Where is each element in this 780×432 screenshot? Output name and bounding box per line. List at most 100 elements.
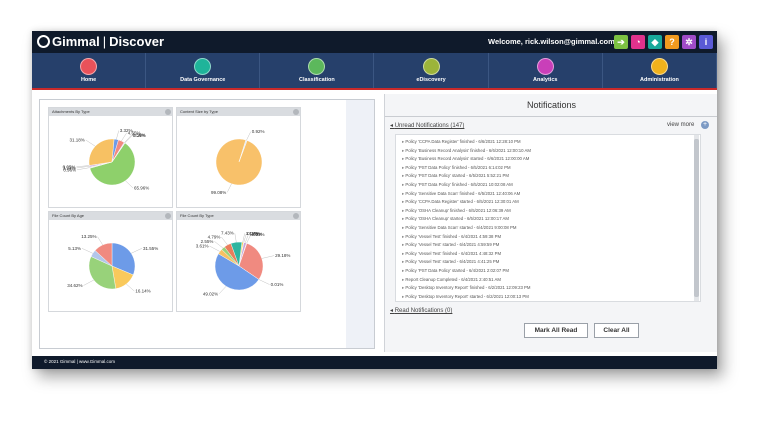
plus-icon[interactable]: + [701, 121, 709, 129]
dashboard-widgets: Attachments By Type 65.96% 0.96% 1.14% 0.05… [40, 100, 346, 348]
pie-leader-line [83, 279, 94, 286]
pie-leader-line [125, 180, 134, 189]
notification-item[interactable]: Policy 'CCPA Data Register' started - 6/… [402, 198, 700, 207]
pie-leader-line [85, 139, 96, 147]
widget-gear-icon[interactable] [165, 213, 171, 219]
pie-data-label: 5.13% [68, 246, 81, 251]
pie-data-label: 4.79% [208, 234, 221, 239]
notification-item[interactable]: Policy 'PST Data Policy' started - 6/4/2… [402, 267, 700, 276]
pie-data-label: 2.55% [201, 239, 214, 244]
nav-label: Administration [640, 77, 679, 83]
app-window: Gimmal | Discover Welcome, rick.wilson@gim… [32, 31, 717, 369]
pie-data-label: 99.08% [211, 190, 226, 195]
widget-gear-icon[interactable] [165, 109, 171, 115]
widget-file-count-by-type: File Count By Type 1.11% 0.28% 1.69% 0.33% 2… [176, 211, 301, 312]
notification-item[interactable]: Policy 'Vessel Test' finished - 6/4/2021… [402, 233, 700, 242]
notification-item[interactable]: Policy 'OSHA Cleanup' started - 6/5/2021… [402, 215, 700, 224]
clear-all-button[interactable]: Clear All [594, 323, 639, 338]
gimmal-logo-icon [37, 35, 50, 48]
notification-item[interactable]: Policy 'PST Data Policy' started - 6/5/2… [402, 172, 700, 181]
widget-title-bar[interactable]: File Count By Type [177, 212, 300, 220]
widget-title: File Count By Age [52, 213, 85, 218]
help-icon[interactable]: ? [665, 35, 679, 49]
notification-item[interactable]: Policy 'Sensitive Data Scan' finished - … [402, 190, 700, 199]
pie-leader-line [258, 279, 270, 285]
notification-item[interactable]: Policy 'Desktop Inventory Report' finish… [402, 284, 700, 293]
nav-item-analytics[interactable]: Analytics [489, 53, 603, 88]
notification-item[interactable]: Policy 'PST Data Policy' finished - 6/5/… [402, 164, 700, 173]
notification-item[interactable]: Policy 'Vessel Test' finished - 6/4/2021… [402, 250, 700, 259]
nav-item-administration[interactable]: Administration [603, 53, 717, 88]
footer: © 2021 Gimmal | www.Gimmal.com [32, 356, 717, 369]
notification-item[interactable]: Policy 'OSHA Cleanup' finished - 6/5/202… [402, 207, 700, 216]
pie-leader-line [234, 233, 237, 243]
info-icon[interactable]: i [699, 35, 713, 49]
pie-data-label: 3.61% [196, 244, 209, 249]
pie-leader-line [77, 167, 90, 170]
nav-item-data-governance[interactable]: Data Governance [146, 53, 261, 88]
top-bar: Gimmal | Discover Welcome, rick.wilson@gim… [32, 31, 717, 53]
scrollbar-thumb[interactable] [694, 139, 699, 297]
pie-data-label: 0.19% [133, 133, 146, 138]
widget-title-bar[interactable]: Attachments By Type [49, 108, 172, 116]
notification-item[interactable]: Policy 'Business Record Analysis' starte… [402, 155, 700, 164]
nav-item-home[interactable]: Home [32, 53, 147, 88]
pie-leader-line [246, 131, 251, 141]
nav-item-classification[interactable]: Classification [260, 53, 375, 88]
pie-leader-line [227, 183, 232, 193]
pie-chart: 99.08% 0.92% [211, 129, 264, 195]
ediscovery-icon [422, 58, 440, 75]
pie-leader-line [214, 241, 224, 249]
notification-item[interactable]: Policy 'CCPA Data Register' finished - 6… [402, 138, 700, 147]
tag-icon[interactable]: ◆ [648, 35, 662, 49]
nav-label: Analytics [533, 77, 558, 83]
welcome-user[interactable]: Welcome, rick.wilson@gimmal.com - [488, 37, 619, 46]
widget-title-bar[interactable]: File Count By Age [49, 212, 172, 220]
nav-label: Classification [299, 77, 335, 83]
notification-item[interactable]: Policy 'Business Record Analysis' finish… [402, 147, 700, 156]
logo[interactable]: Gimmal | Discover [37, 34, 164, 49]
divider [385, 116, 717, 117]
chart-icon[interactable]: ◔ [631, 35, 645, 49]
unread-notifications-link[interactable]: ◂ Unread Notifications (147) [390, 122, 464, 129]
pie-data-label: 49.02% [203, 291, 218, 296]
widget-gear-icon[interactable] [293, 213, 299, 219]
export-icon[interactable]: ➔ [614, 35, 628, 49]
pie-data-label: 16.14% [135, 289, 150, 294]
widget-content-size-by-type: Content Size by Type 99.08% 0.92% [176, 107, 301, 208]
nav-item-ediscovery[interactable]: eDiscovery [375, 53, 489, 88]
notification-item[interactable]: Policy 'Desktop Inventory Report' starte… [402, 293, 700, 301]
widget-attachments-by-type: Attachments By Type 65.96% 0.96% 1.14% 0.05… [48, 107, 173, 208]
pie-leader-line [221, 236, 228, 245]
widget-gear-icon[interactable] [293, 109, 299, 115]
pie-leader-line [126, 283, 135, 292]
read-notifications-link[interactable]: ◂ Read Notifications (0) [390, 307, 452, 314]
pie-leader-line [209, 245, 220, 252]
view-more-link[interactable]: view more [667, 122, 694, 128]
pie-leader-line [81, 248, 93, 254]
pie-slice[interactable] [88, 138, 115, 166]
notification-item[interactable]: Policy 'Sensitive Data Scan' started - 6… [402, 224, 700, 233]
home-icon [80, 58, 98, 75]
pie-chart: 31.55% 16.14% 34.62% 5.13% 13.25% [67, 234, 158, 294]
notifications-panel: Notifications ◂ Unread Notifications (14… [384, 94, 717, 352]
nav-label: Data Governance [180, 77, 226, 83]
footer-text: © 2021 Gimmal | www.Gimmal.com [44, 359, 115, 364]
notification-item[interactable]: Policy 'Vessel Test' started - 6/4/2021 … [402, 241, 700, 250]
pie-leader-line [131, 248, 143, 254]
pie-data-label: 0.33% [252, 232, 265, 237]
gear-icon[interactable]: ✲ [682, 35, 696, 49]
mark-all-read-button[interactable]: Mark All Read [524, 323, 588, 338]
pie-leader-line [116, 130, 119, 140]
notification-list: Policy 'CCPA Data Register' finished - 6… [395, 134, 701, 302]
scrollbar[interactable] [694, 135, 699, 301]
nav-label: Home [80, 77, 97, 83]
analytics-icon [536, 58, 554, 75]
widget-title: Content Size by Type [180, 109, 218, 114]
pie-leader-line [261, 255, 275, 259]
dashboard-panel: Attachments By Type 65.96% 0.96% 1.14% 0.05… [39, 99, 375, 349]
widget-title-bar[interactable]: Content Size by Type [177, 108, 300, 116]
notification-item[interactable]: Report Cleanup Completed - 6/4/2021 2:40… [402, 276, 700, 285]
notification-item[interactable]: Policy 'Vessel Test' started - 6/4/2021 … [402, 258, 700, 267]
notification-item[interactable]: Policy 'PST Data Policy' finished - 6/5/… [402, 181, 700, 190]
